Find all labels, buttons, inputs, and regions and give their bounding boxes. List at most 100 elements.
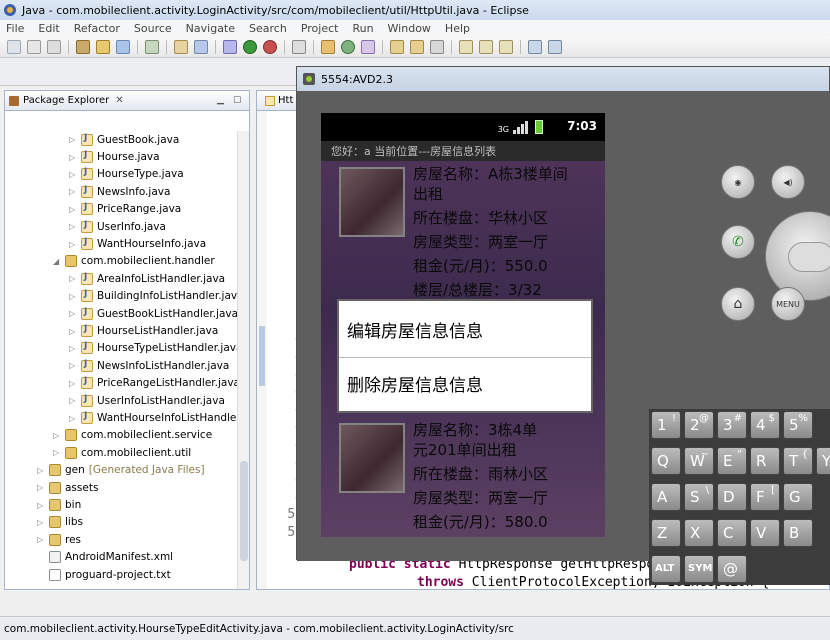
menu-edit[interactable]: Edit	[38, 22, 59, 35]
tree-item[interactable]: ▷ WantHourseInfoListHandler	[69, 409, 237, 426]
tree-item[interactable]: ▷ NewsInfo.java	[69, 183, 170, 200]
maximize-icon[interactable]: ▢	[233, 95, 245, 105]
expand-arrow-icon[interactable]: ▷	[69, 222, 77, 231]
expand-arrow-icon[interactable]: ▷	[69, 153, 77, 162]
menu-help[interactable]: Help	[445, 22, 470, 35]
new-icon[interactable]	[7, 39, 21, 54]
open-folder-icon[interactable]	[390, 39, 404, 54]
keyboard-key[interactable]: ALT	[651, 555, 681, 583]
tree-item[interactable]: ▷ GuestBookListHandler.java	[69, 305, 237, 322]
keyboard-key[interactable]: A	[651, 483, 681, 511]
scrollbar-thumb[interactable]	[240, 461, 248, 561]
avd-manager-icon[interactable]	[116, 39, 130, 54]
keyboard-key[interactable]: 5%	[783, 411, 813, 439]
tree-item[interactable]: ▷ libs	[37, 514, 83, 531]
tree-item[interactable]: ▷ GuestBook.java	[69, 131, 179, 148]
new-java-package-icon[interactable]	[341, 39, 355, 54]
tree-item[interactable]: ▷ WantHourseInfo.java	[69, 235, 206, 252]
expand-arrow-icon[interactable]: ▷	[69, 361, 77, 370]
search-icon[interactable]	[430, 39, 444, 54]
menu-run[interactable]: Run	[352, 22, 373, 35]
expand-arrow-icon[interactable]: ▷	[69, 170, 77, 179]
edit-house-option[interactable]: 编辑房屋信息信息	[347, 317, 483, 342]
android-sdk-icon[interactable]	[96, 39, 110, 54]
expand-arrow-icon[interactable]: ▷	[69, 240, 77, 249]
camera-button[interactable]: ◉	[721, 165, 755, 199]
call-button[interactable]: ✆	[721, 225, 755, 259]
tree-item[interactable]: ▷ com.mobileclient.util	[53, 444, 191, 461]
expand-arrow-icon[interactable]: ▷	[53, 448, 61, 457]
back-icon[interactable]	[528, 39, 542, 54]
dpad-center[interactable]	[788, 242, 830, 272]
expand-arrow-icon[interactable]: ▷	[37, 466, 45, 475]
run-icon[interactable]	[243, 39, 257, 54]
close-icon[interactable]: ✕	[115, 95, 123, 106]
keyboard-key[interactable]: 3 #	[717, 411, 747, 439]
tree-item[interactable]: ▷ UserInfo.java	[69, 218, 166, 235]
checkbox-icon[interactable]	[145, 39, 159, 54]
tab-package-explorer[interactable]: Package Explorer ✕	[9, 95, 124, 106]
home-button[interactable]: ⌂	[721, 287, 755, 321]
keyboard-key[interactable]: W ~	[684, 447, 714, 475]
menu-search[interactable]: Search	[249, 22, 287, 35]
delete-house-option[interactable]: 删除房屋信息信息	[347, 371, 483, 396]
volume-button[interactable]: ◀)	[771, 165, 805, 199]
expand-arrow-icon[interactable]: ▷	[69, 274, 77, 283]
tree-item[interactable]: AndroidManifest.xml	[37, 549, 173, 566]
tree-item[interactable]: ▷ PriceRange.java	[69, 201, 181, 218]
tree-item[interactable]: ▷ assets	[37, 479, 98, 496]
tree-item[interactable]: proguard-project.txt	[37, 566, 171, 583]
tree-item[interactable]: ▷ BuildingInfoListHandler.java	[69, 288, 237, 305]
annotation-icon[interactable]	[459, 39, 473, 54]
external-tools-icon[interactable]	[263, 39, 277, 54]
keyboard-key[interactable]: 1!	[651, 411, 681, 439]
keyboard-key[interactable]: B	[783, 519, 813, 547]
dpad[interactable]	[765, 211, 830, 301]
keyboard-key[interactable]: X	[684, 519, 714, 547]
menu-button[interactable]: MENU	[771, 287, 805, 321]
expand-arrow-icon[interactable]: ◢	[53, 257, 61, 266]
keyboard-key[interactable]: S \	[684, 483, 714, 511]
keyboard-key[interactable]: E "	[717, 447, 747, 475]
open-task-icon[interactable]	[194, 39, 208, 54]
keyboard-key[interactable]: 2 @	[684, 411, 714, 439]
keyboard-key[interactable]: C	[717, 519, 747, 547]
tree-item[interactable]: ▷ UserInfoListHandler.java	[69, 392, 225, 409]
keyboard-key[interactable]: Y	[816, 447, 830, 475]
expand-arrow-icon[interactable]: ▷	[69, 344, 77, 353]
menu-refactor[interactable]: Refactor	[74, 22, 120, 35]
keyboard-key[interactable]: 4 $	[750, 411, 780, 439]
save-icon[interactable]	[27, 39, 41, 54]
expand-arrow-icon[interactable]: ▷	[69, 396, 77, 405]
forward-icon[interactable]	[548, 39, 562, 54]
expand-arrow-icon[interactable]: ▷	[69, 205, 77, 214]
menu-file[interactable]: File	[6, 22, 24, 35]
tree-item[interactable]: ▷ res	[37, 531, 81, 548]
menu-window[interactable]: Window	[388, 22, 431, 35]
minimize-icon[interactable]: ▁	[217, 95, 229, 105]
tree-item[interactable]: ◢ com.mobileclient.handler	[53, 253, 215, 270]
open-type-icon[interactable]	[174, 39, 188, 54]
tree-item[interactable]: ▷ HourseTypeListHandler.java	[69, 340, 237, 357]
tab-httputil[interactable]: Htt	[265, 95, 293, 106]
pin-icon[interactable]	[292, 39, 306, 54]
expand-arrow-icon[interactable]: ▷	[53, 431, 61, 440]
tree-item[interactable]: ▷ gen [Generated Java Files]	[37, 462, 205, 479]
tree-item[interactable]: ▷ HourseListHandler.java	[69, 322, 218, 339]
keyboard-key[interactable]: @	[717, 555, 747, 583]
keyboard-key[interactable]: G	[783, 483, 813, 511]
new-java-class-icon[interactable]	[361, 39, 375, 54]
tree-item[interactable]: ▷ AreaInfoListHandler.java	[69, 270, 225, 287]
expand-arrow-icon[interactable]: ▷	[69, 135, 77, 144]
expand-arrow-icon[interactable]: ▷	[37, 535, 45, 544]
expand-arrow-icon[interactable]: ▷	[69, 292, 77, 301]
prev-annotation-icon[interactable]	[499, 39, 513, 54]
tree-item[interactable]: ▷ Hourse.java	[69, 148, 160, 165]
tree-item[interactable]: ▷ bin	[37, 496, 81, 513]
expand-arrow-icon[interactable]: ▷	[37, 501, 45, 510]
open-resource-icon[interactable]	[410, 39, 424, 54]
import-icon[interactable]	[76, 39, 90, 54]
expand-arrow-icon[interactable]: ▷	[69, 327, 77, 336]
new-java-project-icon[interactable]	[321, 39, 335, 54]
tree-item[interactable]: ▷ NewsInfoListHandler.java	[69, 357, 229, 374]
